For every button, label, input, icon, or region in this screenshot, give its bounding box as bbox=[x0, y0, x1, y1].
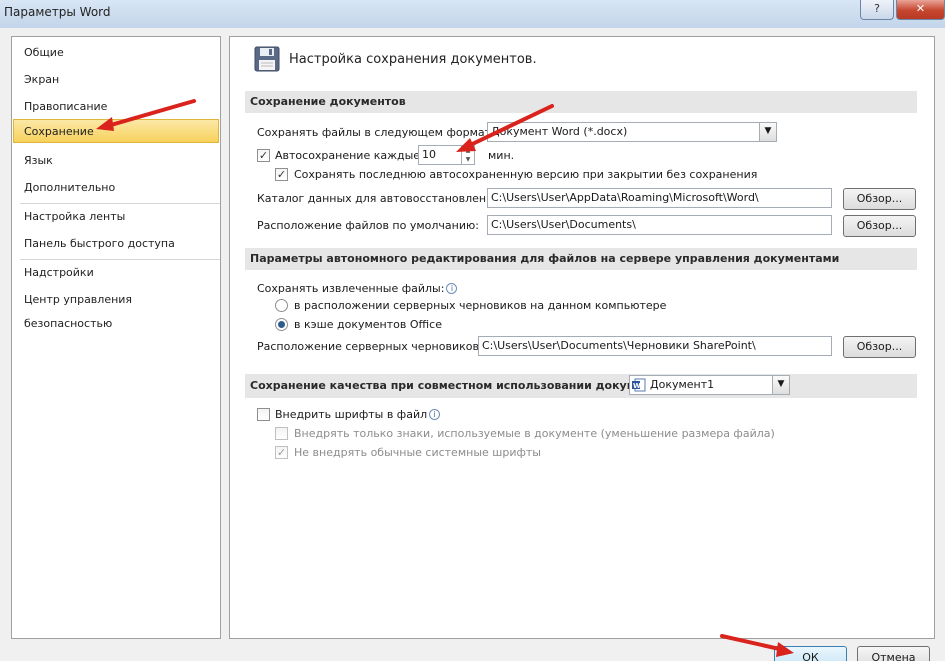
save-checked-out-label: Сохранять извлеченные файлы: i bbox=[257, 282, 458, 295]
nav-item-trust-center[interactable]: Центр управления безопасностью bbox=[13, 288, 219, 330]
autosave-label: Автосохранение каждые bbox=[275, 149, 421, 162]
nav-divider bbox=[20, 203, 220, 204]
radio-office-cache-label: в кэше документов Office bbox=[294, 318, 442, 331]
no-common-fonts-checkbox[interactable]: ✓ bbox=[275, 446, 288, 459]
embed-fonts-label: Внедрить шрифты в файл i bbox=[275, 408, 441, 421]
annotation-arrow-icon bbox=[456, 104, 554, 152]
section-save-documents: Сохранение документов bbox=[245, 91, 917, 113]
fidelity-document-value: Документ1 bbox=[650, 378, 715, 391]
browse-autorecover-button[interactable]: Обзор... bbox=[843, 188, 916, 210]
keep-last-version-label: Сохранять последнюю автосохраненную верс… bbox=[294, 168, 758, 181]
nav-item-language[interactable]: Язык bbox=[13, 149, 219, 173]
autosave-checkbox[interactable]: ✓ bbox=[257, 149, 270, 162]
radio-selected-dot bbox=[278, 321, 285, 328]
nav-item-quick-access-toolbar[interactable]: Панель быстрого доступа bbox=[13, 232, 219, 256]
default-location-path-field[interactable]: C:\Users\User\Documents\ bbox=[487, 215, 832, 235]
nav-item-customize-ribbon[interactable]: Настройка ленты bbox=[13, 205, 219, 229]
svg-text:W: W bbox=[633, 382, 641, 390]
embed-fonts-checkbox[interactable] bbox=[257, 408, 270, 421]
no-common-fonts-label: Не внедрять обычные системные шрифты bbox=[294, 446, 541, 459]
browse-default-location-button[interactable]: Обзор... bbox=[843, 215, 916, 237]
close-button[interactable]: ✕ bbox=[896, 0, 945, 20]
autosave-minutes-value: 10 bbox=[422, 148, 436, 161]
help-button[interactable]: ? bbox=[860, 0, 894, 20]
window-title: Параметры Word bbox=[4, 5, 111, 19]
annotation-arrow-icon bbox=[720, 634, 794, 657]
info-icon: i bbox=[446, 283, 458, 294]
section-preserve-fidelity: Сохранение качества при совместном испол… bbox=[245, 374, 917, 398]
chevron-down-icon[interactable]: ▼ bbox=[759, 123, 776, 141]
nav-item-general[interactable]: Общие bbox=[13, 41, 219, 65]
autorecover-path-field[interactable]: C:\Users\User\AppData\Roaming\Microsoft\… bbox=[487, 188, 832, 208]
title-bar: Параметры Word ? ✕ bbox=[0, 0, 945, 28]
embed-fonts-text: Внедрить шрифты в файл bbox=[275, 408, 428, 421]
browse-drafts-button[interactable]: Обзор... bbox=[843, 336, 916, 358]
default-location-label: Расположение файлов по умолчанию: bbox=[257, 219, 479, 232]
nav-item-display[interactable]: Экран bbox=[13, 68, 219, 92]
word-document-icon: W bbox=[632, 378, 646, 392]
save-checked-out-text: Сохранять извлеченные файлы: bbox=[257, 282, 445, 295]
floppy-disk-icon bbox=[254, 46, 280, 72]
fidelity-title: Сохранение качества при совместном испол… bbox=[250, 379, 669, 392]
page-title: Настройка сохранения документов. bbox=[289, 52, 537, 67]
autorecover-label: Каталог данных для автовосстановления: bbox=[257, 192, 504, 205]
radio-server-drafts-label: в расположении серверных черновиков на д… bbox=[294, 299, 667, 312]
chevron-down-icon[interactable]: ▼ bbox=[772, 376, 789, 394]
section-offline-editing: Параметры автономного редактирования для… bbox=[245, 248, 917, 270]
drafts-location-label: Расположение серверных черновиков: bbox=[257, 340, 483, 353]
embed-used-chars-checkbox[interactable] bbox=[275, 427, 288, 440]
fidelity-document-dropdown[interactable]: W Документ1 ▼ bbox=[629, 375, 790, 395]
annotation-arrow-icon bbox=[96, 99, 196, 131]
embed-used-chars-label: Внедрять только знаки, используемые в до… bbox=[294, 427, 775, 440]
cancel-button[interactable]: Отмена bbox=[857, 646, 930, 661]
radio-server-drafts[interactable] bbox=[275, 299, 288, 312]
settings-panel: Настройка сохранения документов. Сохране… bbox=[229, 36, 935, 639]
radio-office-cache[interactable] bbox=[275, 318, 288, 331]
info-icon: i bbox=[429, 409, 441, 420]
keep-last-version-checkbox[interactable]: ✓ bbox=[275, 168, 288, 181]
nav-item-advanced[interactable]: Дополнительно bbox=[13, 176, 219, 200]
nav-divider bbox=[20, 259, 220, 260]
nav-item-addins[interactable]: Надстройки bbox=[13, 261, 219, 285]
drafts-location-path-field[interactable]: C:\Users\User\Documents\Черновики ShareP… bbox=[478, 336, 832, 356]
